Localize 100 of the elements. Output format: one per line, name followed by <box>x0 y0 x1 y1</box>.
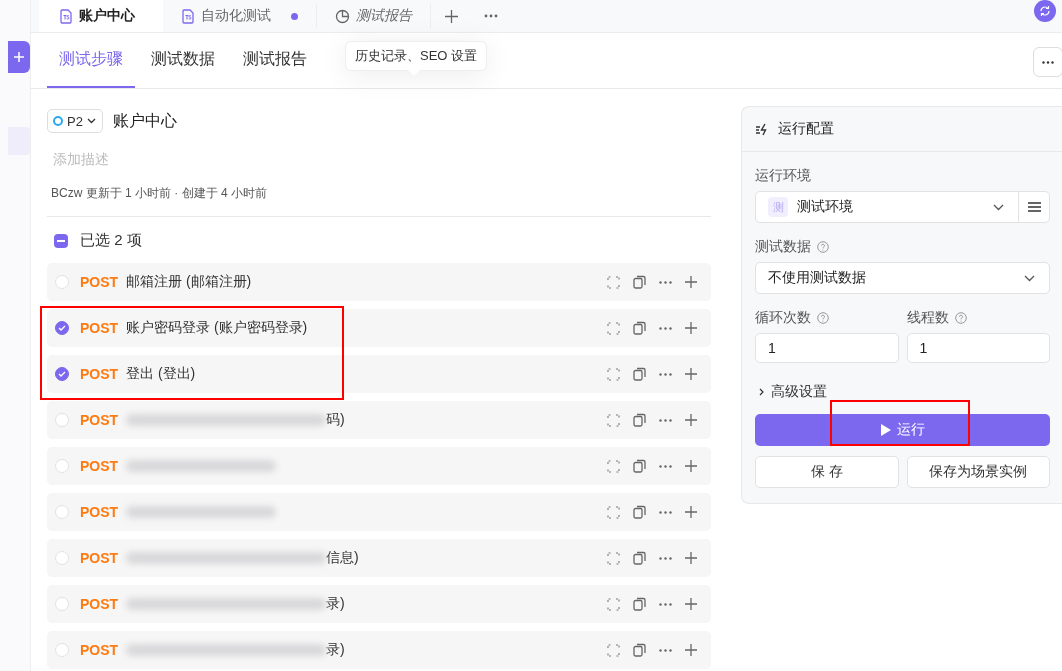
http-method: POST <box>80 366 118 382</box>
plus-icon[interactable] <box>685 460 697 472</box>
step-name: 信息) <box>326 549 359 567</box>
plus-icon[interactable] <box>685 276 697 288</box>
step-row[interactable]: POST 邮箱注册 (邮箱注册) <box>47 263 711 301</box>
copy-icon[interactable] <box>633 551 646 565</box>
copy-icon[interactable] <box>633 459 646 473</box>
step-checkbox[interactable] <box>55 367 69 381</box>
selection-count: 已选 2 项 <box>80 231 142 250</box>
document-tab[interactable]: 测试报告 <box>317 4 431 28</box>
check-icon <box>58 325 66 331</box>
script-file-icon <box>59 8 73 24</box>
step-name: 账户密码登录 (账户密码登录) <box>126 319 308 337</box>
save-button[interactable]: 保存为场景实例 <box>906 456 1050 488</box>
more-icon[interactable] <box>659 648 672 652</box>
help-icon <box>817 312 829 324</box>
step-row[interactable]: POST 信息) <box>47 539 711 577</box>
http-method: POST <box>80 550 118 566</box>
step-checkbox[interactable] <box>55 321 69 335</box>
copy-icon[interactable] <box>633 643 646 657</box>
more-icon[interactable] <box>659 372 672 376</box>
minus-icon <box>57 239 65 242</box>
step-name: 登出 (登出) <box>126 365 196 383</box>
run-button[interactable]: 运行 <box>755 414 1050 446</box>
number-field[interactable]: 1 <box>906 333 1050 363</box>
field-label: 线程数 <box>906 309 949 327</box>
more-icon[interactable] <box>659 326 672 330</box>
pie-chart-icon <box>335 8 350 24</box>
copy-icon[interactable] <box>633 505 646 519</box>
copy-icon[interactable] <box>633 413 646 427</box>
plus-icon[interactable] <box>685 368 697 380</box>
advanced-settings-toggle[interactable]: 高级设置 <box>759 383 827 401</box>
script-file-icon <box>181 8 195 24</box>
tab[interactable]: 测试报告 <box>231 33 319 88</box>
chevron-down-icon <box>993 203 1004 211</box>
step-name: 码) <box>326 411 345 429</box>
copy-icon[interactable] <box>633 275 646 289</box>
unsaved-dot <box>291 12 298 20</box>
http-method: POST <box>80 504 118 520</box>
more-icon[interactable] <box>659 418 672 422</box>
field-label: 运行环境 <box>755 167 811 185</box>
more-icon[interactable] <box>659 510 672 514</box>
environment-select[interactable]: 测 测试环境 <box>755 191 1050 223</box>
step-row[interactable]: POST 录) <box>47 585 711 623</box>
refresh-icon <box>1039 5 1051 17</box>
save-button[interactable]: 保 存 <box>755 456 899 488</box>
more-icon <box>1042 60 1054 64</box>
step-row[interactable]: POST 登出 (登出) <box>47 355 711 393</box>
plus-icon[interactable] <box>685 598 697 610</box>
select-all-checkbox[interactable] <box>54 233 68 248</box>
http-method: POST <box>80 458 118 474</box>
copy-icon[interactable] <box>633 321 646 335</box>
copy-icon[interactable] <box>633 367 646 381</box>
more-icon[interactable] <box>659 556 672 560</box>
chevron-down-icon <box>1024 274 1035 282</box>
step-row[interactable]: POST 码) <box>47 401 711 439</box>
check-icon <box>58 371 66 377</box>
field-label: 循环次数 <box>755 309 811 327</box>
document-tab[interactable]: 自动化测试 <box>163 4 317 28</box>
more-icon <box>484 14 498 18</box>
step-row[interactable]: POST 账户密码登录 (账户密码登录) <box>47 309 711 347</box>
field-label: 测试数据 <box>755 238 811 256</box>
plus-icon[interactable] <box>685 414 697 426</box>
step-name: 录) <box>326 595 345 613</box>
plus-icon <box>13 51 25 63</box>
plus-icon[interactable] <box>685 644 697 656</box>
step-row[interactable]: POST 录) <box>47 631 711 669</box>
meta-text: BCzw 更新于 1 小时前 · 创建于 4 小时前 <box>51 185 269 202</box>
sync-button[interactable] <box>1034 0 1056 22</box>
plus-icon[interactable] <box>685 322 697 334</box>
play-icon <box>880 424 891 436</box>
plus-icon[interactable] <box>685 552 697 564</box>
tab[interactable]: 测试数据 <box>139 33 227 88</box>
http-method: POST <box>80 412 118 428</box>
tab[interactable]: 测试步骤 <box>47 33 135 88</box>
number-field[interactable]: 1 <box>755 333 899 363</box>
more-icon[interactable] <box>659 602 672 606</box>
http-method: POST <box>80 596 118 612</box>
document-tab[interactable]: 账户中心 <box>39 0 163 32</box>
copy-icon[interactable] <box>633 597 646 611</box>
lightning-icon <box>755 122 770 136</box>
step-name: 录) <box>326 641 345 659</box>
priority-select[interactable]: P2 <box>47 109 103 133</box>
test-data-select[interactable]: 不使用测试数据 <box>755 262 1050 294</box>
http-method: POST <box>80 320 118 336</box>
http-method: POST <box>80 642 118 658</box>
help-icon <box>954 312 967 324</box>
environment-badge: 测 <box>768 197 788 217</box>
help-icon <box>817 241 829 253</box>
panel-title: 运行配置 <box>778 120 834 138</box>
plus-icon[interactable] <box>685 506 697 518</box>
case-title: 账户中心 <box>112 110 177 131</box>
chevron-right-icon <box>759 388 765 396</box>
step-name: 邮箱注册 (邮箱注册) <box>126 273 252 291</box>
add-button[interactable] <box>8 41 30 73</box>
chevron-down-icon <box>86 118 96 124</box>
http-method: POST <box>80 274 118 290</box>
list-icon[interactable] <box>1027 202 1041 212</box>
more-icon[interactable] <box>659 280 672 284</box>
more-icon[interactable] <box>659 464 672 468</box>
